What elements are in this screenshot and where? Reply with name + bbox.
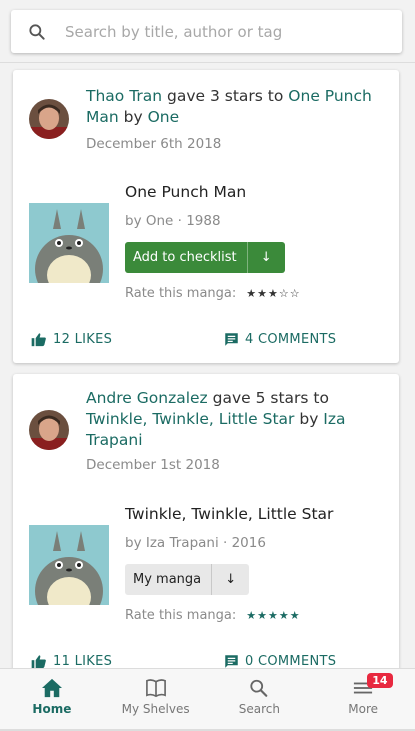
likes-count[interactable]: 11 LIKES — [53, 654, 112, 669]
star-filled-icon[interactable]: ★ — [257, 609, 268, 622]
book-icon — [145, 679, 166, 698]
manga-cover[interactable] — [29, 203, 109, 283]
feed-card: Andre Gonzalez gave 5 stars to Twinkle, … — [13, 374, 399, 674]
nav-label: Home — [32, 702, 72, 716]
comments-count[interactable]: 4 COMMENTS — [245, 332, 336, 347]
activity-date: December 1st 2018 — [86, 457, 220, 473]
star-filled-icon[interactable]: ★ — [268, 287, 279, 300]
comment-button[interactable]: 4 COMMENTS — [224, 332, 336, 347]
avatar[interactable] — [29, 410, 69, 450]
comment-icon — [225, 333, 238, 346]
manga-link[interactable]: Twinkle, Twinkle, Little Star — [86, 410, 294, 428]
star-filled-icon[interactable]: ★ — [246, 287, 257, 300]
manga-title[interactable]: Twinkle, Twinkle, Little Star — [125, 505, 333, 523]
activity-headline: Andre Gonzalez gave 5 stars to Twinkle, … — [86, 388, 376, 451]
rate-row: Rate this manga: ★★★☆☆ — [125, 286, 301, 301]
search-bar-area — [0, 0, 415, 62]
manga-cover[interactable] — [29, 525, 109, 605]
feed-card: Thao Tran gave 3 stars to One Punch Man … — [13, 70, 399, 363]
comment-button[interactable]: 0 COMMENTS — [224, 654, 336, 669]
rate-row: Rate this manga: ★★★★★ — [125, 608, 301, 623]
nav-item-home[interactable]: Home — [0, 669, 104, 731]
nav-item-my-shelves[interactable]: My Shelves — [104, 669, 208, 731]
star-filled-icon[interactable]: ★ — [257, 287, 268, 300]
nav-label: More — [348, 702, 378, 716]
button-label[interactable]: My manga — [125, 564, 211, 595]
activity-date: December 6th 2018 — [86, 136, 222, 152]
home-icon — [41, 678, 62, 698]
star-rating[interactable]: ★★★☆☆ — [246, 287, 300, 300]
by-text: by — [294, 410, 324, 428]
like-button[interactable]: 11 LIKES — [31, 654, 112, 669]
manga-meta: by Iza Trapani · 2016 — [125, 535, 266, 551]
activity-text: gave 3 stars to — [162, 87, 289, 105]
by-text: by — [118, 108, 148, 126]
author-link[interactable]: One — [148, 108, 180, 126]
star-empty-icon[interactable]: ☆ — [290, 287, 301, 300]
star-filled-icon[interactable]: ★ — [268, 609, 279, 622]
avatar[interactable] — [29, 99, 69, 139]
star-empty-icon[interactable]: ☆ — [279, 287, 290, 300]
rate-label: Rate this manga: — [125, 286, 237, 301]
star-filled-icon[interactable]: ★ — [246, 609, 257, 622]
arrow-down-icon[interactable]: ↓ — [248, 242, 285, 273]
add-to-checklist-button[interactable]: Add to checklist ↓ — [125, 242, 285, 273]
thumb-up-icon — [31, 655, 46, 669]
likes-count[interactable]: 12 LIKES — [53, 332, 112, 347]
star-filled-icon[interactable]: ★ — [290, 609, 301, 622]
comments-count[interactable]: 0 COMMENTS — [245, 654, 336, 669]
like-button[interactable]: 12 LIKES — [31, 332, 112, 347]
button-label[interactable]: Add to checklist — [125, 242, 247, 273]
manga-meta: by One · 1988 — [125, 213, 221, 229]
search-icon — [250, 679, 268, 697]
search-box[interactable] — [11, 10, 402, 53]
my-manga-button[interactable]: My manga ↓ — [125, 564, 250, 595]
nav-label: Search — [238, 702, 280, 716]
nav-item-more[interactable]: 14 More — [311, 669, 415, 731]
notification-badge: 14 — [367, 673, 393, 688]
star-filled-icon[interactable]: ★ — [279, 609, 290, 622]
arrow-down-icon[interactable]: ↓ — [212, 564, 249, 595]
rate-label: Rate this manga: — [125, 608, 237, 623]
search-input[interactable] — [65, 22, 365, 41]
user-link[interactable]: Andre Gonzalez — [86, 389, 208, 407]
bottom-navigation: Home My Shelves Search 14 More — [0, 668, 415, 731]
activity-text: gave 5 stars to — [207, 389, 329, 407]
divider — [0, 62, 415, 63]
user-link[interactable]: Thao Tran — [86, 87, 162, 105]
manga-title[interactable]: One Punch Man — [125, 183, 246, 201]
star-rating[interactable]: ★★★★★ — [246, 609, 300, 622]
nav-label: My Shelves — [121, 702, 190, 716]
search-icon — [29, 23, 45, 40]
nav-item-search[interactable]: Search — [208, 669, 312, 731]
activity-headline: Thao Tran gave 3 stars to One Punch Man … — [86, 86, 376, 128]
thumb-up-icon — [31, 333, 46, 347]
comment-icon — [225, 655, 238, 668]
